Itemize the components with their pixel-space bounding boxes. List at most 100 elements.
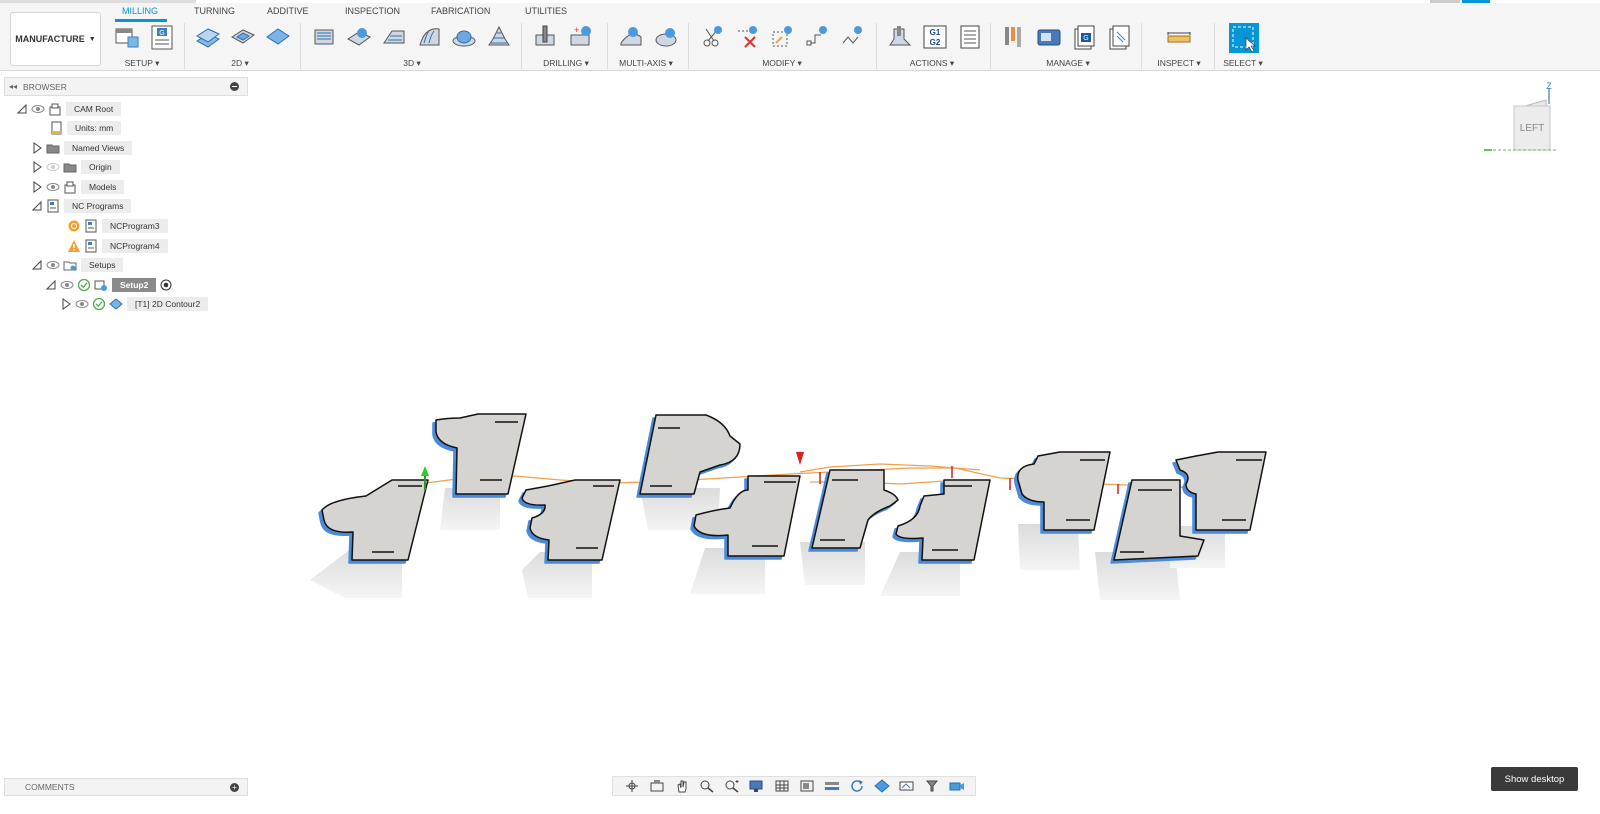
tab-turning[interactable]: TURNING [194, 6, 235, 16]
new-setup-icon[interactable] [113, 23, 141, 51]
effects-icon[interactable] [823, 779, 841, 793]
display-settings-icon[interactable] [748, 779, 766, 793]
environment-icon[interactable] [898, 779, 916, 793]
setup-sheet-icon[interactable] [956, 23, 984, 51]
collapsed-triangle-icon[interactable] [31, 181, 43, 193]
tree-node-origin[interactable]: Origin [31, 159, 120, 175]
viewcube[interactable]: Z LEFT [1480, 81, 1560, 154]
nc-program-icon[interactable]: G [148, 23, 176, 51]
contour-3d-icon[interactable] [450, 23, 478, 51]
post-process-icon[interactable]: G1 G2 [921, 23, 949, 51]
simulate-icon[interactable] [886, 23, 914, 51]
grid-icon[interactable] [773, 779, 791, 793]
pending-status-icon [68, 220, 80, 232]
eye-icon[interactable] [60, 278, 74, 292]
collapse-panel-icon[interactable]: ◂◂ [9, 82, 17, 91]
tool-library-icon[interactable] [1000, 23, 1028, 51]
group-multi-axis[interactable]: MULTI-AXIS ▾ [619, 58, 673, 69]
visual-style-icon[interactable] [873, 779, 891, 793]
look-at-icon[interactable] [648, 779, 666, 793]
camera-icon[interactable] [948, 779, 966, 793]
cam-root-icon [49, 103, 61, 116]
expanded-triangle-icon[interactable] [45, 279, 57, 291]
add-comment-icon[interactable]: + [230, 783, 239, 792]
delete-toolpath-icon[interactable] [733, 23, 761, 51]
workspace-switcher[interactable]: MANUFACTURE ▼ [10, 12, 101, 66]
tree-label: [T1] 2D Contour2 [127, 297, 209, 311]
eye-icon[interactable] [31, 102, 45, 116]
fit-icon[interactable] [723, 779, 741, 793]
face-icon[interactable] [194, 23, 222, 51]
eye-icon[interactable] [46, 258, 60, 272]
select-icon[interactable] [1228, 22, 1260, 54]
3d-viewport[interactable] [250, 72, 1600, 772]
drill-icon[interactable] [531, 23, 559, 51]
expanded-triangle-icon[interactable] [31, 259, 43, 271]
post-library-icon[interactable]: G [1070, 23, 1098, 51]
multi-axis-contour-icon[interactable] [652, 23, 680, 51]
2d-contour-icon[interactable] [264, 23, 292, 51]
group-2d[interactable]: 2D ▾ [231, 58, 249, 69]
eye-hidden-icon[interactable] [46, 160, 60, 174]
tree-node-2d-contour[interactable]: [T1] 2D Contour2 [60, 296, 209, 312]
3d-adaptive-icon[interactable] [310, 23, 338, 51]
group-drilling[interactable]: DRILLING ▾ [543, 58, 589, 69]
group-setup[interactable]: SETUP ▾ [125, 58, 160, 69]
eye-icon[interactable] [75, 297, 89, 311]
collapsed-triangle-icon[interactable] [31, 161, 43, 173]
tree-node-nc-programs[interactable]: NC Programs [31, 198, 132, 214]
tab-fabrication[interactable]: FABRICATION [431, 6, 490, 16]
2d-adaptive-icon[interactable] [229, 23, 257, 51]
scallop-icon[interactable] [485, 23, 513, 51]
group-select[interactable]: SELECT ▾ [1223, 58, 1263, 69]
collapsed-triangle-icon[interactable] [60, 298, 72, 310]
tree-node-units[interactable]: Units: mm [46, 120, 122, 136]
toolpath-link-icon[interactable] [838, 23, 866, 51]
expanded-triangle-icon[interactable] [31, 200, 43, 212]
hole-recognition-icon[interactable]: + [566, 23, 594, 51]
activate-radio-icon[interactable] [159, 278, 173, 292]
tab-additive[interactable]: ADDITIVE [267, 6, 309, 16]
tree-node-named-views[interactable]: Named Views [31, 140, 133, 156]
tree-node-ncprogram3[interactable]: NCProgram3 [64, 218, 168, 234]
group-manage[interactable]: MANAGE ▾ [1046, 58, 1089, 69]
group-3d[interactable]: 3D ▾ [403, 58, 421, 69]
group-modify[interactable]: MODIFY ▾ [762, 58, 802, 69]
swarf-icon[interactable] [617, 23, 645, 51]
tree-node-setups[interactable]: Setups [31, 257, 124, 273]
collapsed-triangle-icon[interactable] [31, 142, 43, 154]
minimize-icon[interactable] [230, 82, 239, 91]
tree-node-cam-root[interactable]: CAM Root [16, 101, 122, 117]
toolpath-crop-icon[interactable] [768, 23, 796, 51]
tab-utilities[interactable]: UTILITIES [525, 6, 567, 16]
browser-panel-header[interactable]: ◂◂ BROWSER [4, 77, 248, 96]
parallel-icon[interactable] [415, 23, 443, 51]
tree-label-selected: Setup2 [112, 278, 157, 292]
machined-parts[interactable] [321, 413, 1267, 561]
tree-node-models[interactable]: Models [31, 179, 125, 195]
measure-icon[interactable] [1165, 23, 1193, 51]
toolpath-edit-icon[interactable] [803, 23, 831, 51]
tab-milling[interactable]: MILLING [122, 6, 158, 16]
tree-node-ncprogram4[interactable]: NCProgram4 [64, 238, 168, 254]
refresh-icon[interactable] [848, 779, 866, 793]
section-analysis-icon[interactable] [923, 779, 941, 793]
eye-icon[interactable] [46, 180, 60, 194]
machine-library-icon[interactable] [1035, 23, 1063, 51]
orbit-icon[interactable] [623, 779, 641, 793]
trim-icon[interactable] [698, 23, 726, 51]
viewports-icon[interactable] [798, 779, 816, 793]
tree-node-setup2[interactable]: Setup2 [45, 277, 173, 293]
comments-panel[interactable]: COMMENTS + [4, 778, 248, 796]
part-2 [435, 413, 527, 495]
group-actions[interactable]: ACTIONS ▾ [910, 58, 954, 69]
expanded-triangle-icon[interactable] [16, 103, 28, 115]
template-library-icon[interactable] [1105, 23, 1133, 51]
zoom-icon[interactable] [698, 779, 716, 793]
pan-icon[interactable] [673, 779, 691, 793]
tab-inspection[interactable]: INSPECTION [345, 6, 400, 16]
tree-label: Named Views [64, 141, 133, 155]
group-inspect[interactable]: INSPECT ▾ [1157, 58, 1200, 69]
pocket-clearing-icon[interactable] [345, 23, 373, 51]
steep-shallow-icon[interactable] [380, 23, 408, 51]
